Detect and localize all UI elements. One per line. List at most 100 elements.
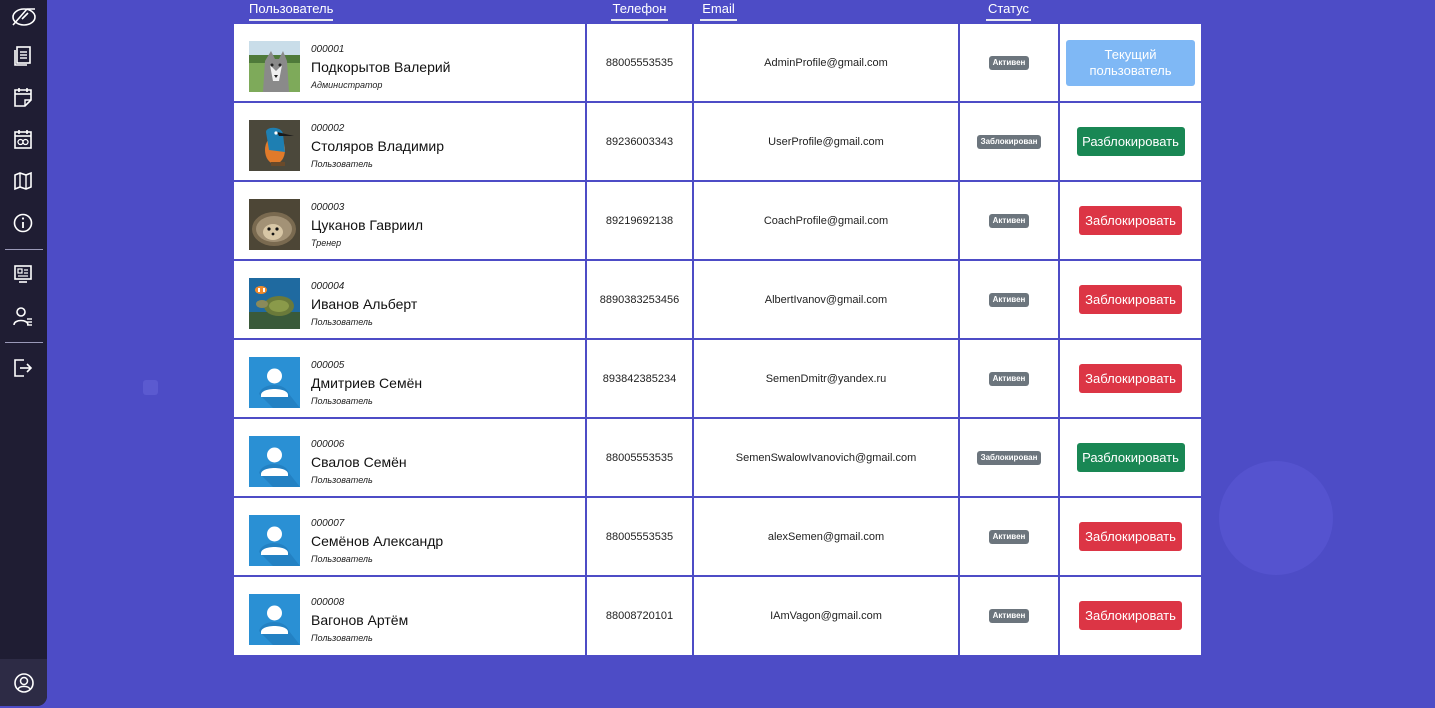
user-id: 000007 [311, 518, 345, 529]
action-cell: Заблокировать [1060, 577, 1201, 654]
table-row: 000008 Вагонов Артём Пользователь 880087201… [234, 577, 1201, 656]
status-cell: Активен [960, 24, 1058, 101]
user-role: Пользователь [311, 554, 373, 564]
status-badge: Активен [988, 292, 1030, 307]
calendar-icon[interactable] [11, 127, 35, 151]
user-avatar[interactable] [249, 41, 300, 92]
user-cell: 000003 Цуканов Гавриил Тренер [234, 182, 585, 259]
users-settings-icon[interactable] [11, 304, 35, 328]
status-badge: Заблокирован [976, 450, 1042, 465]
user-avatar[interactable] [249, 594, 300, 645]
logout-icon[interactable] [11, 356, 35, 380]
decorative-circle [1219, 461, 1333, 575]
action-cell: Заблокировать [1060, 261, 1201, 338]
user-email: SemenSwalowIvanovich@gmail.com [735, 451, 917, 464]
user-cell: 000004 Иванов Альберт Пользователь [234, 261, 585, 338]
map-icon[interactable] [11, 169, 35, 193]
user-avatar[interactable] [249, 120, 300, 171]
status-cell: Активен [960, 261, 1058, 338]
block-button[interactable]: Заблокировать [1079, 601, 1182, 630]
user-name[interactable]: Семёнов Александр [311, 533, 443, 549]
block-button[interactable]: Заблокировать [1079, 364, 1182, 393]
user-role: Администратор [311, 80, 383, 90]
user-email: SemenDmitr@yandex.ru [765, 372, 887, 385]
table-row: 000001 Подкорытов Валерий Администратор 880… [234, 24, 1201, 103]
user-email: AdminProfile@gmail.com [764, 56, 888, 69]
table-row: 000004 Иванов Альберт Пользователь 88903832… [234, 261, 1201, 340]
table-row: 000006 Свалов Семён Пользователь 8800555353… [234, 419, 1201, 498]
profile-button[interactable] [0, 659, 47, 706]
status-cell: Заблокирован [960, 103, 1058, 180]
unblock-button[interactable]: Разблокировать [1076, 127, 1185, 156]
table-row: 000003 Цуканов Гавриил Тренер 89219692138 Co… [234, 182, 1201, 261]
user-email: AlbertIvanov@gmail.com [764, 293, 888, 306]
status-badge: Заблокирован [976, 134, 1042, 149]
user-id: 000005 [311, 360, 345, 371]
header-user[interactable]: Пользователь [249, 0, 333, 21]
user-avatar[interactable] [249, 357, 300, 408]
user-avatar[interactable] [249, 515, 300, 566]
user-role: Пользователь [311, 317, 373, 327]
user-id: 000006 [311, 439, 345, 450]
user-name[interactable]: Иванов Альберт [311, 296, 417, 312]
table-header: Пользователь Телефон Email Статус [0, 0, 1435, 22]
sidebar-divider [5, 249, 43, 250]
user-name[interactable]: Свалов Семён [311, 454, 407, 470]
user-phone: 88008720101 [605, 609, 674, 622]
block-button[interactable]: Заблокировать [1079, 285, 1182, 314]
status-cell: Активен [960, 340, 1058, 417]
unblock-button[interactable]: Разблокировать [1076, 443, 1185, 472]
document-icon[interactable] [11, 43, 35, 67]
user-cell: 000007 Семёнов Александр Пользователь [234, 498, 585, 575]
user-name[interactable]: Подкорытов Валерий [311, 59, 451, 75]
user-role: Пользователь [311, 633, 373, 643]
user-cell: 000001 Подкорытов Валерий Администратор [234, 24, 585, 101]
user-name[interactable]: Дмитриев Семён [311, 375, 422, 391]
status-cell: Заблокирован [960, 419, 1058, 496]
header-email[interactable]: Email [700, 0, 737, 21]
user-id: 000002 [311, 123, 345, 134]
header-status[interactable]: Статус [986, 0, 1031, 21]
monitor-icon[interactable] [11, 262, 35, 286]
user-id: 000004 [311, 281, 345, 292]
profile-icon [13, 672, 35, 694]
action-cell: Разблокировать [1060, 419, 1201, 496]
status-cell: Активен [960, 182, 1058, 259]
user-cell: 000006 Свалов Семён Пользователь [234, 419, 585, 496]
user-id: 000008 [311, 597, 345, 608]
current-user-button[interactable]: Текущий пользователь [1066, 39, 1195, 86]
user-avatar[interactable] [249, 199, 300, 250]
status-badge: Активен [988, 371, 1030, 386]
sidebar-divider [5, 342, 43, 343]
status-badge: Активен [988, 608, 1030, 623]
info-icon[interactable] [11, 211, 35, 235]
user-phone: 88005553535 [605, 56, 674, 69]
user-email: alexSemen@gmail.com [767, 530, 885, 543]
status-badge: Активен [988, 213, 1030, 228]
user-name[interactable]: Вагонов Артём [311, 612, 408, 628]
user-role: Пользователь [311, 159, 373, 169]
user-phone: 88005553535 [605, 530, 674, 543]
user-phone: 88005553535 [605, 451, 674, 464]
block-button[interactable]: Заблокировать [1079, 206, 1182, 235]
user-cell: 000002 Столяров Владимир Пользователь [234, 103, 585, 180]
user-avatar[interactable] [249, 278, 300, 329]
users-table: 000001 Подкорытов Валерий Администратор 880… [234, 24, 1201, 656]
user-avatar[interactable] [249, 436, 300, 487]
status-badge: Активен [988, 55, 1030, 70]
action-cell: Заблокировать [1060, 340, 1201, 417]
action-cell: Заблокировать [1060, 498, 1201, 575]
user-role: Пользователь [311, 396, 373, 406]
user-phone: 893842385234 [602, 372, 677, 385]
notepad-icon[interactable] [11, 85, 35, 109]
header-phone[interactable]: Телефон [611, 0, 668, 21]
table-row: 000002 Столяров Владимир Пользователь 89236… [234, 103, 1201, 182]
status-cell: Активен [960, 498, 1058, 575]
status-badge: Активен [988, 529, 1030, 544]
user-name[interactable]: Цуканов Гавриил [311, 217, 423, 233]
block-button[interactable]: Заблокировать [1079, 522, 1182, 551]
sidebar [0, 0, 47, 706]
action-cell: Разблокировать [1060, 103, 1201, 180]
decorative-square [143, 380, 158, 395]
user-name[interactable]: Столяров Владимир [311, 138, 444, 154]
